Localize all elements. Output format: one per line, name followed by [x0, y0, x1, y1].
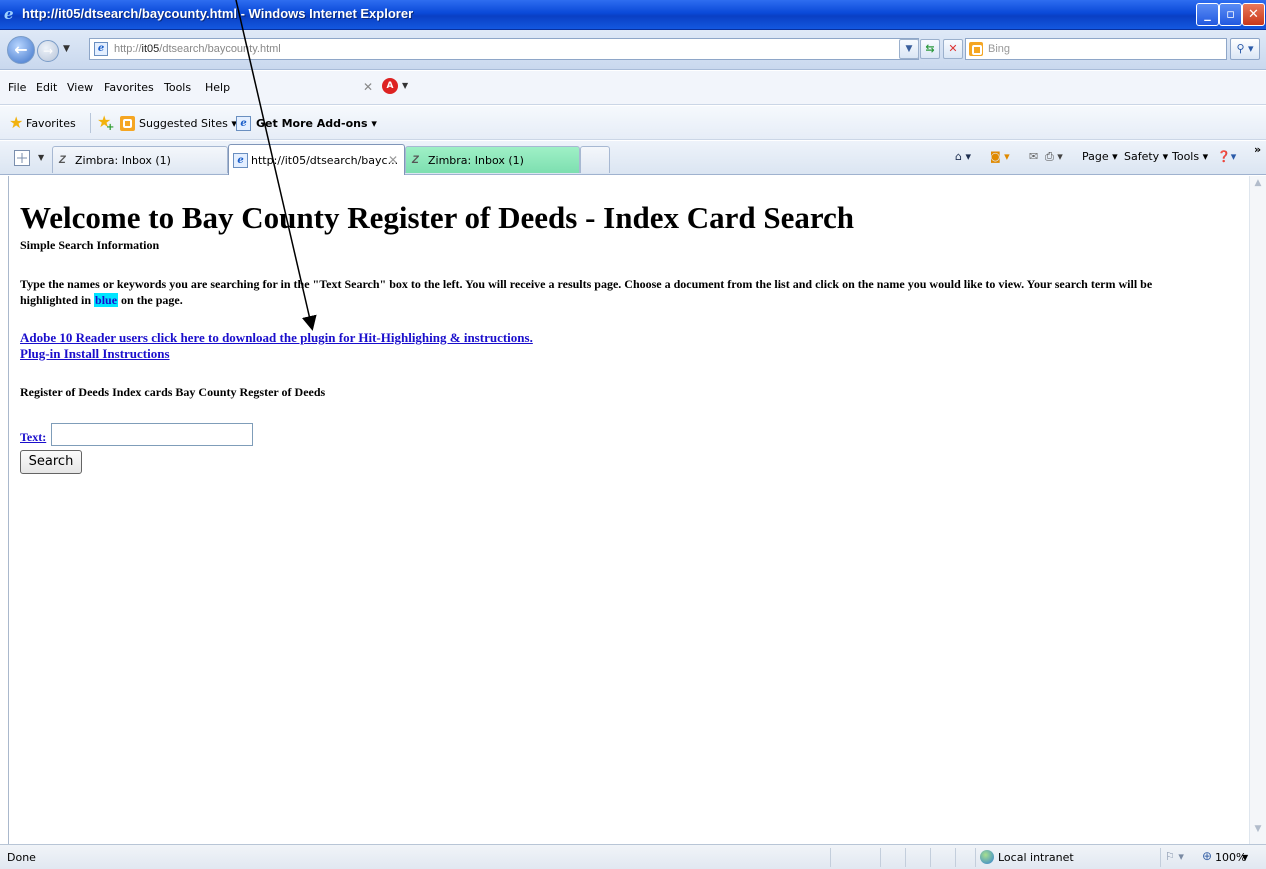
intranet-zone-icon [980, 850, 994, 864]
search-input[interactable]: Bing [965, 38, 1227, 60]
search-button[interactable]: ⚲ ▾ [1230, 38, 1260, 60]
page-content: Welcome to Bay County Register of Deeds … [8, 176, 1249, 844]
safety-menu[interactable]: Safety ▾ [1124, 150, 1168, 163]
internet-explorer-icon: e [4, 5, 14, 23]
divider [905, 848, 906, 867]
tab-label: Zimbra: Inbox (1) [75, 154, 171, 167]
favorites-button[interactable]: Favorites [26, 117, 76, 130]
menu-tools[interactable]: Tools [164, 81, 191, 94]
new-tab-button[interactable] [580, 146, 610, 173]
tab-list-dropdown-icon[interactable]: ▼ [38, 153, 44, 162]
print-icon[interactable]: ⎙ ▾ [1045, 150, 1063, 164]
menu-favorites[interactable]: Favorites [104, 81, 154, 94]
menu-bar: File Edit View Favorites Tools Help ✕ A … [0, 71, 1266, 105]
menu-edit[interactable]: Edit [36, 81, 57, 94]
menu-help[interactable]: Help [205, 81, 230, 94]
minimize-button[interactable]: _ [1196, 3, 1219, 26]
tools-menu[interactable]: Tools ▾ [1172, 150, 1208, 163]
zoom-icon[interactable]: ⊕ [1202, 849, 1212, 863]
tab-baycounty[interactable]: e http://it05/dtsearch/bayc... ✕ [228, 144, 405, 175]
protected-mode-icon[interactable]: ⚐ ▾ [1165, 850, 1184, 863]
status-bar: Done Local intranet ⚐ ▾ ⊕ 100% ▼ [0, 844, 1266, 869]
navigation-bar: ← → ▼ e http://it05/dtsearch/baycounty.h… [0, 30, 1266, 70]
feeds-icon[interactable]: ◙ ▾ [990, 150, 1010, 163]
divider [955, 848, 956, 867]
forward-button[interactable]: → [37, 40, 59, 62]
address-bar[interactable]: e http://it05/dtsearch/baycounty.html [89, 38, 919, 60]
divider [975, 848, 976, 867]
divider [830, 848, 831, 867]
zoom-dropdown-icon[interactable]: ▼ [1242, 853, 1248, 862]
ie-page-icon: e [233, 153, 248, 168]
security-zone[interactable]: Local intranet [998, 851, 1074, 864]
refresh-button[interactable]: ⇆ [920, 39, 940, 59]
divider [930, 848, 931, 867]
favorites-star-icon[interactable]: ★ [9, 115, 23, 131]
menu-file[interactable]: File [8, 81, 26, 94]
search-submit-button[interactable]: Search [20, 450, 82, 474]
get-more-addons-link[interactable]: Get More Add-ons ▾ [256, 117, 377, 130]
page-menu[interactable]: Page ▾ [1082, 150, 1118, 163]
close-window-button[interactable]: ✕ [1242, 3, 1265, 26]
suggested-sites-link[interactable]: Suggested Sites ▾ [139, 117, 237, 130]
page-title: Welcome to Bay County Register of Deeds … [20, 200, 855, 235]
window-title-bar[interactable]: e http://it05/dtsearch/baycounty.html - … [0, 0, 1266, 30]
text-search-input[interactable] [51, 423, 253, 446]
vertical-scrollbar[interactable]: ▲ ▼ [1249, 176, 1266, 844]
tab-label: http://it05/dtsearch/bayc... [251, 154, 399, 167]
recent-pages-dropdown-icon[interactable]: ▼ [63, 44, 70, 54]
address-dropdown-icon[interactable]: ▼ [899, 39, 919, 59]
window-title: http://it05/dtsearch/baycounty.html - Wi… [22, 6, 414, 21]
close-tab-icon[interactable]: ✕ [388, 153, 398, 167]
bing-icon [969, 42, 983, 56]
scroll-down-icon[interactable]: ▼ [1252, 824, 1264, 840]
divider [1160, 848, 1161, 867]
instructions-text: Type the names or keywords you are searc… [20, 277, 1153, 291]
page-subheading: Simple Search Information [20, 238, 160, 252]
tab-zimbra-inbox-1[interactable]: Z Zimbra: Inbox (1) [52, 146, 228, 173]
maximize-button[interactable]: ▫ [1219, 3, 1242, 26]
scroll-up-icon[interactable]: ▲ [1252, 178, 1264, 194]
suggested-sites-icon [120, 116, 135, 131]
instructions-text-line2: highlighted in blue on the page. [20, 293, 183, 307]
plugin-install-instructions-link[interactable]: Plug-in Install Instructions [20, 346, 170, 362]
close-toolbar-icon[interactable]: ✕ [363, 80, 373, 94]
back-button[interactable]: ← [7, 36, 35, 64]
pdf-dropdown-icon[interactable]: ▼ [402, 81, 408, 90]
help-icon[interactable]: ❓▾ [1217, 150, 1236, 163]
index-cards-text: Register of Deeds Index cards Bay County… [20, 385, 326, 399]
tab-bar: ▼ Z Zimbra: Inbox (1) e http://it05/dtse… [0, 141, 1266, 175]
search-placeholder: Bing [988, 43, 1011, 55]
address-url: http://it05/dtsearch/baycounty.html [114, 43, 281, 55]
adobe-pdf-icon[interactable]: A [382, 78, 398, 94]
tab-zimbra-inbox-2[interactable]: Z Zimbra: Inbox (1) [405, 146, 580, 173]
stop-button[interactable]: ✕ [943, 39, 963, 59]
zimbra-icon: Z [412, 154, 419, 166]
divider [880, 848, 881, 867]
menu-view[interactable]: View [67, 81, 93, 94]
page-favicon-icon: e [94, 42, 108, 56]
tab-label: Zimbra: Inbox (1) [428, 154, 524, 167]
highlight-example: blue [94, 293, 119, 307]
addons-page-icon: e [236, 116, 251, 131]
favorites-bar: ★ Favorites ★ + Suggested Sites ▾ e Get M… [0, 106, 1266, 140]
divider [90, 113, 91, 133]
home-icon[interactable]: ⌂ ▾ [955, 150, 971, 163]
add-to-favorites-icon[interactable]: ★ + [97, 114, 114, 134]
text-search-label[interactable]: Text: [20, 430, 46, 445]
zimbra-icon: Z [59, 154, 66, 166]
command-bar-overflow-icon[interactable]: » [1254, 143, 1261, 156]
status-text: Done [7, 851, 36, 864]
quick-tabs-icon[interactable] [14, 150, 30, 166]
plugin-download-link[interactable]: Adobe 10 Reader users click here to down… [20, 330, 533, 346]
read-mail-icon[interactable]: ✉ [1029, 150, 1038, 163]
